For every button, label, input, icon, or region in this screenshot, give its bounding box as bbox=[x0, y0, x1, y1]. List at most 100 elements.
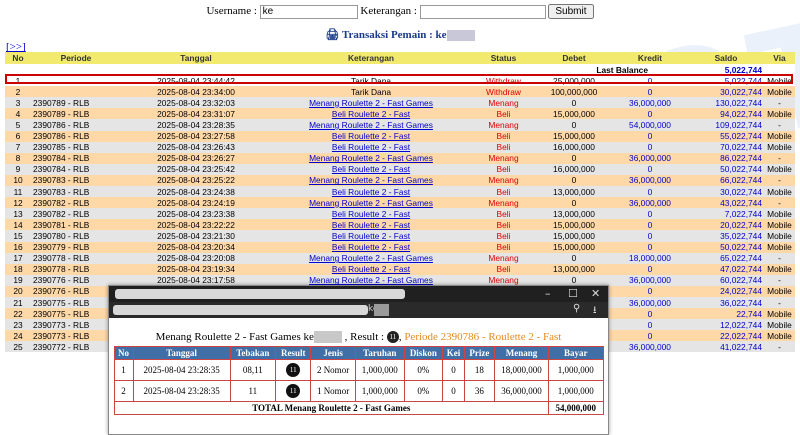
row-via: Mobile bbox=[764, 208, 795, 220]
row-saldo: 86,022,744 bbox=[688, 152, 764, 164]
column-header: Via bbox=[764, 52, 795, 64]
detail-popup-window: – ☐ ✕ ke ⚲ ⭳ Menang Roulette 2 - Fast Ga… bbox=[108, 285, 609, 435]
zoom-icon[interactable]: ⚲ bbox=[573, 303, 580, 314]
bet-diskon: 0% bbox=[403, 359, 443, 382]
row-saldo: 12,022,744 bbox=[688, 319, 764, 331]
row-via: Mobile bbox=[764, 319, 795, 331]
row-saldo: 60,022,744 bbox=[688, 274, 764, 286]
bet-column-header: Prize bbox=[464, 346, 495, 361]
username-label: Username : bbox=[206, 5, 257, 18]
row-keterangan-link[interactable]: Menang Roulette 2 - Fast Games bbox=[271, 174, 471, 187]
row-via: Mobile bbox=[764, 86, 795, 98]
row-periode: 2390784 - RLB bbox=[31, 163, 121, 175]
row-via: - bbox=[764, 152, 795, 164]
close-icon[interactable]: ✕ bbox=[591, 287, 600, 300]
row-via: Mobile bbox=[764, 285, 795, 297]
bet-menang: 36,000,000 bbox=[493, 380, 550, 403]
bet-result: 11 bbox=[275, 359, 312, 382]
row-no: 17 bbox=[5, 252, 31, 264]
bet-taruhan: 1,000,000 bbox=[354, 359, 405, 382]
bet-tanggal: 2025-08-04 23:28:35 bbox=[132, 380, 231, 403]
popup-titlebar: – ☐ ✕ bbox=[109, 286, 608, 302]
row-kredit: 36,000,000 bbox=[612, 174, 688, 187]
row-via: Mobile bbox=[764, 141, 795, 153]
maximize-icon[interactable]: ☐ bbox=[568, 287, 578, 300]
row-status: Beli bbox=[471, 241, 536, 253]
row-debet: 13,000,000 bbox=[536, 186, 612, 198]
download-icon[interactable]: ⭳ bbox=[593, 303, 597, 320]
row-keterangan-link[interactable]: Menang Roulette 2 - Fast Games bbox=[271, 252, 471, 264]
printer-icon[interactable]: 🖨 bbox=[325, 29, 339, 41]
row-keterangan-link[interactable]: Menang Roulette 2 - Fast Games bbox=[271, 152, 471, 164]
bet-tebakan: 08,11 bbox=[229, 359, 277, 382]
row-keterangan-link[interactable]: Beli Roulette 2 - Fast bbox=[271, 263, 471, 275]
row-no: 13 bbox=[5, 208, 31, 220]
bet-column-header: Kei bbox=[441, 346, 466, 361]
page-title: 🖨 Transaksi Pemain : ke bbox=[0, 28, 800, 41]
row-status: Menang bbox=[471, 152, 536, 164]
minimize-icon[interactable]: – bbox=[545, 287, 551, 300]
row-keterangan-link[interactable]: Beli Roulette 2 - Fast bbox=[271, 163, 471, 175]
bet-jenis: 2 Nomor bbox=[310, 359, 356, 382]
column-header: Tanggal bbox=[121, 52, 271, 64]
row-keterangan-link[interactable]: Menang Roulette 2 - Fast Games bbox=[271, 97, 471, 109]
popup-heading: Menang Roulette 2 - Fast Games ke , Resu… bbox=[155, 331, 562, 344]
bet-column-header: Taruhan bbox=[354, 346, 405, 361]
bet-kei: 0 bbox=[441, 359, 466, 382]
row-keterangan-link[interactable]: Beli Roulette 2 - Fast bbox=[271, 219, 471, 231]
keterangan-input[interactable] bbox=[419, 4, 546, 19]
row-no: 2 bbox=[5, 86, 31, 98]
row-kredit: 0 bbox=[612, 241, 688, 253]
row-keterangan-link[interactable]: Beli Roulette 2 - Fast bbox=[271, 208, 471, 220]
row-keterangan-link[interactable]: Menang Roulette 2 - Fast Games bbox=[271, 119, 471, 131]
row-saldo: 65,022,744 bbox=[688, 252, 764, 264]
table-row: 6 2390786 - RLB 2025-08-04 23:27:58 Beli Ro… bbox=[5, 130, 795, 142]
row-saldo: 50,022,744 bbox=[688, 241, 764, 253]
row-tanggal: 2025-08-04 23:27:58 bbox=[121, 130, 271, 142]
row-kredit: 36,000,000 bbox=[612, 296, 688, 309]
row-keterangan-link[interactable]: Beli Roulette 2 - Fast bbox=[271, 141, 471, 153]
row-via: Mobile bbox=[764, 219, 795, 231]
table-row: 7 2390785 - RLB 2025-08-04 23:26:43 Beli Ro… bbox=[5, 141, 795, 153]
row-keterangan-link[interactable]: Beli Roulette 2 - Fast bbox=[271, 130, 471, 142]
row-saldo: 94,022,744 bbox=[688, 108, 764, 120]
row-periode: 2390778 - RLB bbox=[31, 252, 121, 264]
row-kredit: 0 bbox=[612, 319, 688, 331]
row-tanggal: 2025-08-04 23:22:22 bbox=[121, 219, 271, 231]
row-keterangan-link[interactable]: Beli Roulette 2 - Fast bbox=[271, 108, 471, 120]
total-row: TOTAL Menang Roulette 2 - Fast Games 54,0… bbox=[113, 401, 604, 416]
row-debet: 0 bbox=[536, 119, 612, 131]
row-saldo: 41,022,744 bbox=[688, 341, 764, 353]
row-tanggal: 2025-08-04 23:26:27 bbox=[121, 152, 271, 164]
row-via: - bbox=[764, 274, 795, 286]
row-saldo: 36,022,744 bbox=[688, 296, 764, 309]
row-periode: 2390782 - RLB bbox=[31, 208, 121, 220]
row-tanggal: 2025-08-04 23:28:35 bbox=[121, 119, 271, 131]
bet-column-header: Bayar bbox=[548, 346, 604, 361]
row-saldo: 22,022,744 bbox=[688, 330, 764, 342]
column-header: Keterangan bbox=[271, 52, 471, 64]
row-periode: 2390782 - RLB bbox=[31, 197, 121, 209]
row-no: 5 bbox=[5, 119, 31, 131]
row-keterangan-link[interactable]: Beli Roulette 2 - Fast bbox=[271, 186, 471, 198]
keterangan-label: Keterangan : bbox=[360, 5, 417, 18]
row-keterangan-link[interactable]: Beli Roulette 2 - Fast bbox=[271, 241, 471, 253]
row-saldo: 55,022,744 bbox=[688, 130, 764, 142]
username-input[interactable] bbox=[259, 4, 358, 19]
table-row: 9 2390784 - RLB 2025-08-04 23:25:42 Beli Ro… bbox=[5, 163, 795, 175]
row-keterangan-link[interactable]: Beli Roulette 2 - Fast bbox=[271, 230, 471, 242]
row-via: Mobile bbox=[764, 241, 795, 253]
row-tanggal: 2025-08-04 23:20:34 bbox=[121, 241, 271, 253]
row-no: 6 bbox=[5, 130, 31, 142]
row-saldo: 130,022,744 bbox=[688, 97, 764, 109]
row-via: Mobile bbox=[764, 163, 795, 175]
submit-button[interactable]: Submit bbox=[548, 4, 594, 19]
row-debet: 0 bbox=[536, 174, 612, 187]
row-kredit: 36,000,000 bbox=[612, 152, 688, 164]
row-status: Beli bbox=[471, 108, 536, 120]
table-row: 4 2390789 - RLB 2025-08-04 23:31:07 Beli Ro… bbox=[5, 108, 795, 120]
row-periode: 2390786 - RLB bbox=[31, 130, 121, 142]
row-kredit: 0 bbox=[612, 285, 688, 297]
row-keterangan-link[interactable]: Menang Roulette 2 - Fast Games bbox=[271, 197, 471, 209]
bet-column-header: Diskon bbox=[403, 346, 443, 361]
